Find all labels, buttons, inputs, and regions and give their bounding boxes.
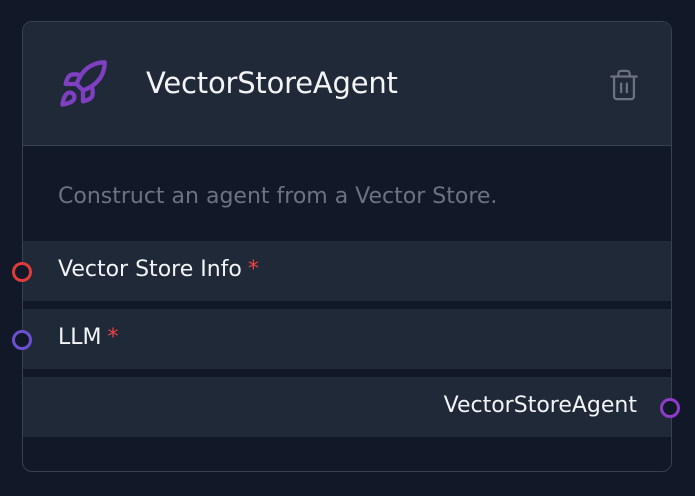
input-row-vector-store-info: Vector Store Info * bbox=[23, 241, 671, 301]
llm-input-handle[interactable] bbox=[12, 330, 32, 350]
output-handle[interactable] bbox=[660, 398, 680, 418]
node-title: VectorStoreAgent bbox=[146, 66, 398, 100]
required-asterisk: * bbox=[107, 325, 119, 350]
trash-icon[interactable] bbox=[607, 66, 641, 104]
output-row: VectorStoreAgent bbox=[23, 377, 671, 437]
node-description: Construct an agent from a Vector Store. bbox=[58, 184, 498, 209]
input-row-llm: LLM * bbox=[23, 309, 671, 369]
vector-store-agent-node[interactable]: VectorStoreAgent Construct an agent from… bbox=[12, 21, 680, 472]
input-label: Vector Store Info * bbox=[58, 257, 259, 282]
vector-store-info-input-handle[interactable] bbox=[12, 262, 32, 282]
node-header: VectorStoreAgent bbox=[23, 22, 671, 146]
input-label: LLM * bbox=[58, 325, 119, 350]
rocket-icon bbox=[60, 60, 107, 107]
required-asterisk: * bbox=[247, 257, 259, 282]
output-label: VectorStoreAgent bbox=[443, 393, 637, 418]
